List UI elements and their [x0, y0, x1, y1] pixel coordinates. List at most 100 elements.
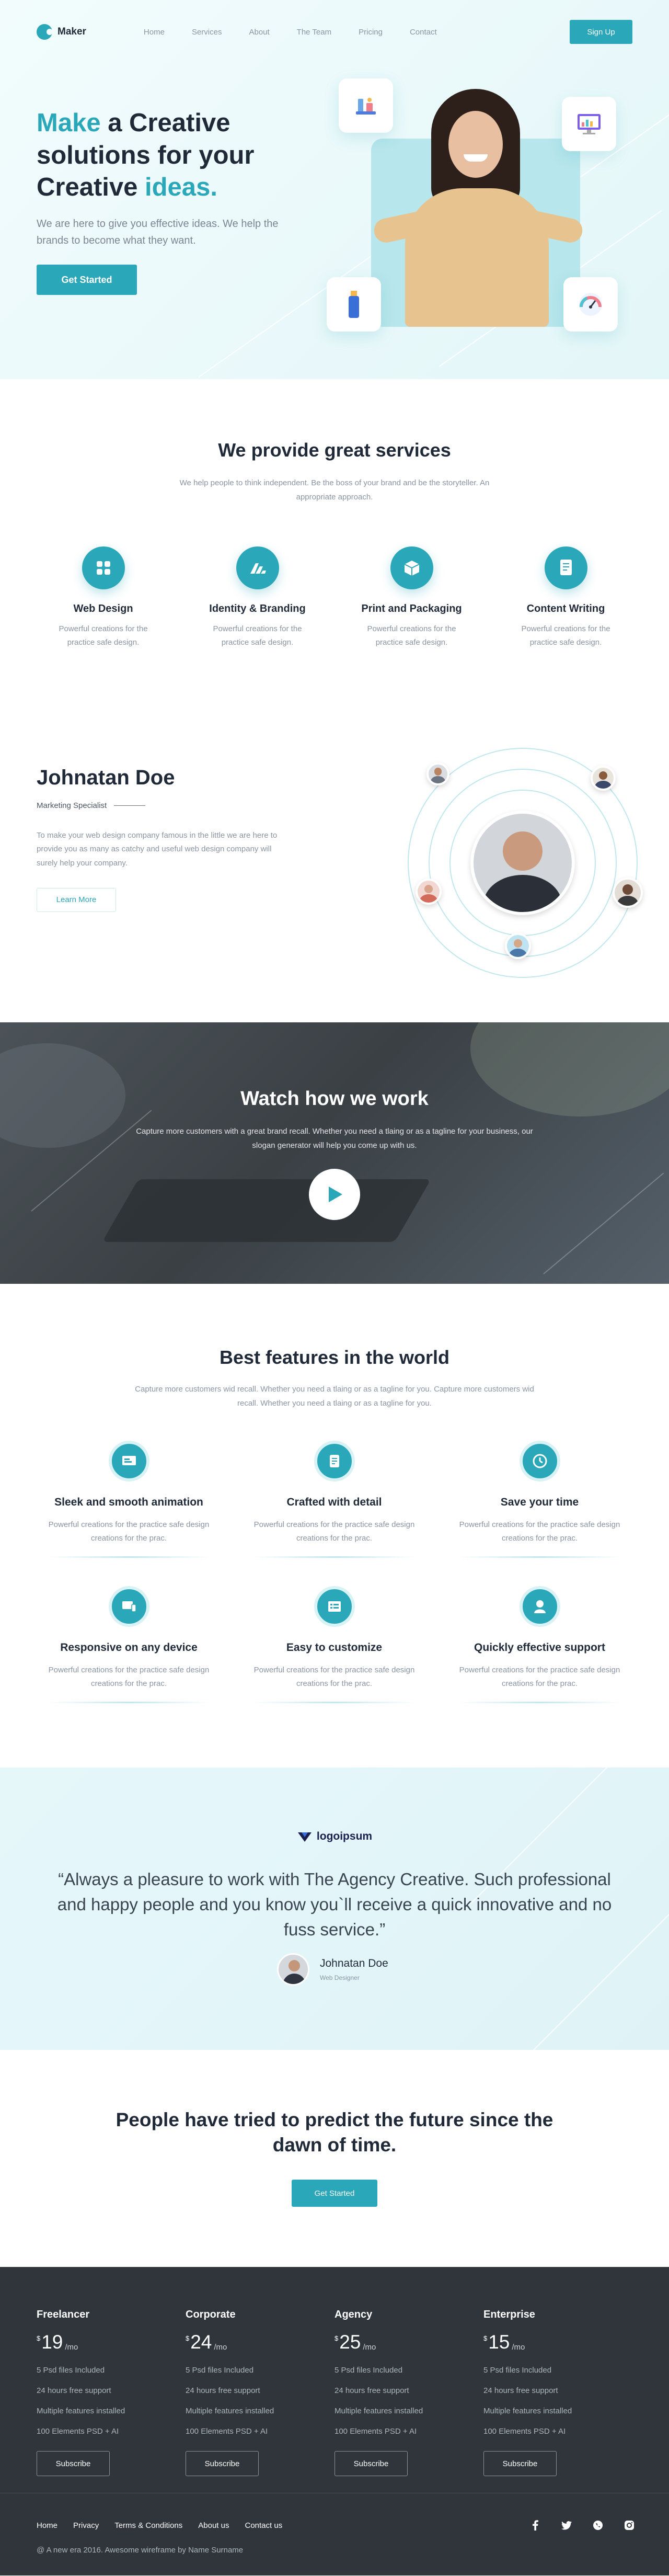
- footer-link-contact[interactable]: Contact us: [245, 2521, 282, 2530]
- logo[interactable]: Maker: [37, 24, 86, 40]
- plan-feature: 24 hours free support: [334, 2386, 409, 2395]
- customize-list-icon: [314, 1586, 355, 1627]
- instagram-icon[interactable]: [622, 2518, 637, 2533]
- nav-link-contact[interactable]: Contact: [410, 28, 437, 37]
- footer-link-terms[interactable]: Terms & Conditions: [114, 2521, 182, 2530]
- clock-icon: [519, 1441, 560, 1481]
- service-desc: Powerful creations for the practice safe…: [521, 624, 610, 647]
- price-period: /mo: [65, 2343, 78, 2352]
- hero-section: Maker Home Services About The Team Prici…: [0, 0, 669, 379]
- subscribe-button[interactable]: Subscribe: [37, 2451, 110, 2476]
- plan-features: 5 Psd files Included 24 hours free suppo…: [186, 2360, 334, 2442]
- feature-card: Responsive on any device Powerful creati…: [26, 1586, 232, 1731]
- avatar: [591, 766, 616, 791]
- plan-feature: Multiple features installed: [334, 2407, 423, 2415]
- nav-link-about[interactable]: About: [249, 28, 269, 37]
- video-section: Watch how we work Capture more customers…: [0, 1022, 669, 1284]
- feature-underline: [253, 1701, 416, 1703]
- nav-link-team[interactable]: The Team: [297, 28, 331, 37]
- plan-feature: 5 Psd files Included: [186, 2366, 254, 2375]
- footer-link-home[interactable]: Home: [37, 2521, 57, 2530]
- support-person-icon: [519, 1586, 560, 1627]
- plan-price: $25/mo: [334, 2332, 483, 2352]
- feature-title: Easy to customize: [286, 1642, 383, 1654]
- team-orbit-graphic: [408, 748, 643, 978]
- nav-link-home[interactable]: Home: [144, 28, 165, 37]
- feature-desc: Powerful creations for the practice safe…: [459, 1666, 620, 1689]
- feature-card: Easy to customize Powerful creations for…: [232, 1586, 437, 1731]
- footer-link-about[interactable]: About us: [198, 2521, 229, 2530]
- signup-button[interactable]: Sign Up: [570, 20, 632, 44]
- service-title: Print and Packaging: [361, 603, 462, 614]
- service-desc: Powerful creations for the practice safe…: [213, 624, 302, 647]
- nav-link-pricing[interactable]: Pricing: [359, 28, 383, 37]
- feature-desc: Powerful creations for the practice safe…: [48, 1666, 210, 1689]
- logo-icon: [37, 24, 53, 40]
- nav-link-services[interactable]: Services: [192, 28, 222, 37]
- scroll-detail-icon: [314, 1441, 355, 1481]
- team-role-label: Marketing Specialist: [37, 801, 107, 810]
- feature-desc: Powerful creations for the practice safe…: [459, 1520, 620, 1543]
- get-started-button[interactable]: Get Started: [37, 265, 137, 295]
- service-card: Print and Packaging Powerful creations f…: [334, 546, 489, 650]
- monitor-chart-icon: [562, 97, 616, 151]
- author-name: Johnatan Doe: [320, 1957, 388, 1969]
- plan-price: $15/mo: [483, 2332, 632, 2352]
- hero-subtitle: We are here to give you effective ideas.…: [37, 218, 279, 247]
- features-subtitle: Capture more customers wid recall. Wheth…: [135, 1385, 534, 1408]
- service-card: Content Writing Powerful creations for t…: [489, 546, 643, 650]
- twitter-icon[interactable]: [559, 2518, 574, 2533]
- feature-title: Quickly effective support: [474, 1642, 605, 1654]
- social-links: [528, 2518, 637, 2533]
- price-currency: $: [483, 2334, 488, 2342]
- hero-person-image: [372, 89, 585, 327]
- price-amount: 15: [488, 2331, 510, 2353]
- copyright-text: @ A new era 2016. Awesome wireframe by N…: [37, 2546, 244, 2555]
- plan-feature: 5 Psd files Included: [334, 2366, 403, 2375]
- play-video-button[interactable]: [309, 1169, 360, 1220]
- whatsapp-icon[interactable]: [591, 2518, 605, 2533]
- service-card: Web Design Powerful creations for the pr…: [26, 546, 180, 650]
- nav-links: Home Services About The Team Pricing Con…: [144, 28, 437, 37]
- pricing-grid: Freelancer $19/mo 5 Psd files Included 2…: [37, 2309, 632, 2476]
- avatar: [416, 879, 442, 905]
- team-member-role: Marketing Specialist: [37, 801, 282, 810]
- feature-card: Sleek and smooth animation Powerful crea…: [26, 1441, 232, 1586]
- plan-feature: Multiple features installed: [483, 2407, 572, 2415]
- author-role: Web Designer: [320, 1974, 360, 1981]
- learn-more-button[interactable]: Learn More: [37, 887, 116, 912]
- service-desc: Powerful creations for the practice safe…: [59, 624, 148, 647]
- features-grid: Sleek and smooth animation Powerful crea…: [26, 1441, 643, 1731]
- avatar: [426, 762, 449, 785]
- footer-link-privacy[interactable]: Privacy: [73, 2521, 99, 2530]
- price-amount: 19: [41, 2331, 63, 2353]
- subscribe-button[interactable]: Subscribe: [186, 2451, 259, 2476]
- team-main-avatar: [470, 811, 575, 915]
- facebook-icon[interactable]: [528, 2518, 543, 2533]
- price-period: /mo: [363, 2343, 376, 2352]
- plan-price: $19/mo: [37, 2332, 186, 2352]
- cta-get-started-button[interactable]: Get Started: [292, 2180, 377, 2207]
- price-currency: $: [334, 2334, 339, 2342]
- price-period: /mo: [512, 2343, 525, 2352]
- service-card: Identity & Branding Powerful creations f…: [180, 546, 334, 650]
- team-section: Johnatan Doe Marketing Specialist To mak…: [0, 701, 669, 1022]
- avatar: [613, 877, 643, 908]
- feature-card: Crafted with detail Powerful creations f…: [232, 1441, 437, 1586]
- feature-desc: Powerful creations for the practice safe…: [48, 1520, 210, 1543]
- team-member-name: Johnatan Doe: [37, 766, 175, 789]
- play-icon: [329, 1187, 342, 1202]
- subscribe-button[interactable]: Subscribe: [483, 2451, 557, 2476]
- plan-features: 5 Psd files Included 24 hours free suppo…: [37, 2360, 186, 2442]
- subscribe-button[interactable]: Subscribe: [334, 2451, 408, 2476]
- features-title: Best features in the world: [219, 1347, 450, 1368]
- price-amount: 24: [190, 2331, 212, 2353]
- services-subtitle: We help people to think independent. Be …: [179, 478, 490, 501]
- cta-title: People have tried to predict the future …: [116, 2109, 553, 2156]
- plan-feature: 24 hours free support: [186, 2386, 260, 2395]
- brand-logo: logoipsum: [0, 1830, 669, 1843]
- feature-title: Sleek and smooth animation: [54, 1496, 203, 1508]
- feature-title: Save your time: [500, 1496, 579, 1508]
- hero-title-accent: Make: [37, 109, 101, 137]
- video-title: Watch how we work: [240, 1088, 429, 1110]
